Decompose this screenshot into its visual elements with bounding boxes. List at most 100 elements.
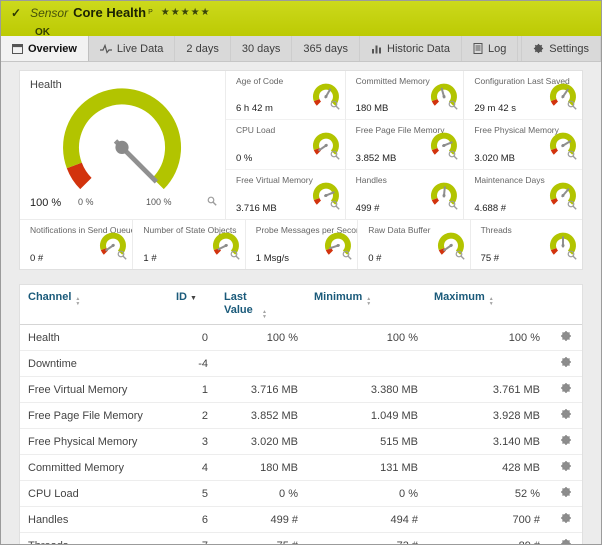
zoom-icon[interactable] [117,247,128,265]
gauge-value: 0 % [236,152,253,164]
cell-minimum: 3.380 MB [306,376,426,404]
table-body: Health 0 100 % 100 % 100 % Downtime -4 Free Vir… [20,324,582,544]
col-header-channel[interactable]: Channel ▲ ▼ [20,285,168,326]
zoom-icon[interactable] [448,147,459,165]
sort-toggle-icon[interactable]: ▲ ▼ [489,297,494,307]
gauge-cell-cpu-load: CPU Load 0 % [226,120,345,170]
table-row-threads[interactable]: Threads775 #73 #89 # [20,532,582,544]
gauge-cell-number-of-state-objects: Number of State Objects 1 # [132,220,244,269]
zoom-icon[interactable] [567,147,577,165]
zoom-icon[interactable] [330,147,340,165]
cell-last-value: 180 MB [216,454,306,482]
gauge-cell-free-virtual-memory: Free Virtual Memory 3.716 MB [226,170,345,219]
channel-settings-icon[interactable] [560,486,572,498]
gauge-value: 180 MB [355,103,389,115]
table-row-free-page-file-memory[interactable]: Free Page File Memory 2 3.852 MB 1.049 MB 3.… [20,402,582,430]
gauge-cell-age-of-code: Age of Code 6 h 42 m [226,71,345,121]
cell-id: 0 [168,324,216,352]
col-header-maximum[interactable]: Maximum ▲ ▼ [426,285,548,326]
col-label-id: ID [176,291,187,303]
channels-table: Channel ▲ ▼ ID ▼ Last Value ▲ ▼ Minimum ▲ ▼ Max [20,285,582,544]
gauge-value: 3.020 MB [474,152,515,164]
tab-log[interactable]: Log [462,36,519,61]
zoom-icon[interactable] [448,97,459,115]
cell-last-value: 3.852 MB [216,402,306,430]
zoom-icon[interactable] [330,197,340,215]
zoom-icon[interactable] [567,247,577,265]
tab-label: 2 days [186,42,219,55]
tab-live-data[interactable]: Live Data [89,36,176,61]
sort-toggle-icon[interactable]: ▲ ▼ [366,297,371,307]
zoom-icon[interactable] [230,247,240,265]
table-row-cpu-load[interactable]: CPU Load 5 0 % 0 % 52 % [20,480,582,508]
channel-settings-icon[interactable] [560,512,572,524]
cell-maximum: 3.928 MB [426,402,548,430]
log-icon [473,43,483,54]
col-label-last-value: Last Value [224,291,253,317]
tab-label: Settings [549,42,589,55]
tab-bar: Overview Live Data 2 days 30 days 365 days Hi… [1,36,601,62]
zoom-icon[interactable] [448,197,459,215]
gauge-cell-probe-messages-per-second: Probe Messages per Second 1 Msg/s [244,220,357,269]
channel-settings-icon[interactable] [560,460,572,472]
zoom-icon[interactable] [342,247,352,265]
cell-id: 4 [168,454,216,482]
tab-365-days[interactable]: 365 days [292,36,361,61]
settings-icon [533,43,544,54]
channel-settings-icon[interactable] [560,408,572,420]
gauge-cell-committed-memory: Committed Memory 180 MB [344,71,464,121]
zoom-icon[interactable] [455,247,465,265]
page-title: Core Health [73,5,147,20]
tab-overview[interactable]: Overview [1,36,89,61]
cell-minimum: 73 # [306,532,426,544]
sort-desc-icon[interactable]: ▼ [190,295,197,302]
table-row-handles[interactable]: Handles 6 499 #494 #700 # [20,506,582,534]
cell-id: 7 [168,532,216,544]
cell-minimum: 494 # [306,506,426,534]
tab-historic-data[interactable]: Historic Data [360,36,462,61]
col-header-minimum[interactable]: Minimum ▲ ▼ [306,285,426,326]
channel-settings-icon[interactable] [560,434,572,446]
channel-settings-icon[interactable] [560,356,572,368]
sort-toggle-icon[interactable]: ▲ ▼ [75,297,80,307]
zoom-icon[interactable] [207,193,217,211]
zoom-icon[interactable] [567,97,577,115]
col-label-minimum: Minimum [314,291,363,303]
overview-icon [12,43,23,54]
gauge-max-label: 100 % [146,197,172,207]
table-row-free-virtual-memory[interactable]: Free Virtual Memory 1 3.716 MB 3.380 MB 3.76… [20,376,582,404]
cell-last-value: 499 # [216,506,306,534]
cell-maximum [426,350,548,378]
table-row-committed-memory[interactable]: Committed Memory 4 180 MB 131 MB 428 MB [20,454,582,482]
channel-settings-icon[interactable] [560,538,572,544]
tab-label: Overview [28,42,77,55]
gauge-value: 0 # [30,253,44,264]
tab-label: Log [487,42,507,55]
cell-id: 2 [168,402,216,430]
tab-settings[interactable]: Settings [521,36,601,61]
cell-minimum [306,350,426,378]
cell-maximum: 700 # [426,506,548,534]
cell-id: 3 [168,428,216,456]
tab-2-days[interactable]: 2 days [175,36,231,61]
table-row-downtime[interactable]: Downtime -4 [20,350,582,378]
channel-settings-icon[interactable] [560,330,572,342]
cell-minimum: 131 MB [306,454,426,482]
gauge-value: 29 m 42 s [474,103,517,115]
cell-maximum: 89 # [426,532,548,544]
cell-channel: Downtime [20,350,168,378]
cell-last-value: 0 % [216,480,306,508]
gauge-grid-bottom: Notifications in Send Queue 0 # Number of … [20,219,582,269]
priority-stars[interactable]: ★★★★★ [161,7,211,18]
sort-toggle-icon[interactable]: ▲ ▼ [262,310,267,320]
channel-settings-icon[interactable] [560,382,572,394]
tab-30-days[interactable]: 30 days [231,36,293,61]
table-row-health[interactable]: Health 0 100 % 100 % 100 % [20,324,582,352]
zoom-icon[interactable] [330,97,340,115]
table-row-free-physical-memory[interactable]: Free Physical Memory 3 3.020 MB 515 MB 3.140… [20,428,582,456]
col-header-last-value[interactable]: Last Value ▲ ▼ [216,285,306,326]
gauges-panel: Health 0 % 100 % 100 % Age of Code 6 h 42… [19,70,583,270]
zoom-icon[interactable] [567,197,577,215]
cell-channel: Free Virtual Memory [20,376,168,404]
col-header-id[interactable]: ID ▼ [168,285,216,326]
